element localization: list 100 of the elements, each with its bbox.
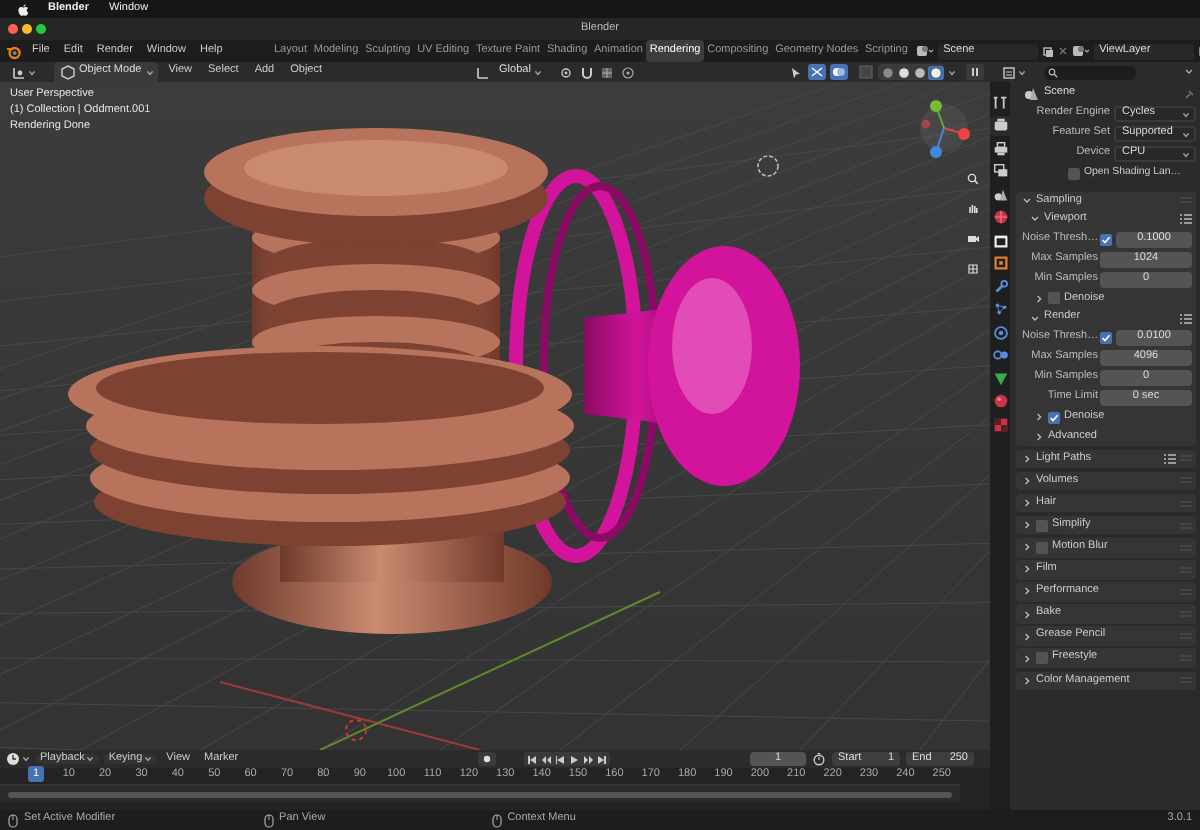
drag-handle-icon[interactable] [1180, 454, 1192, 463]
gizmo-icon[interactable] [808, 64, 826, 80]
grid-icon[interactable] [964, 260, 982, 278]
chevron-right-icon[interactable] [1022, 542, 1032, 553]
checkbox[interactable] [1100, 331, 1112, 344]
close-button[interactable] [8, 24, 18, 34]
chevron-down-icon[interactable] [1022, 195, 1032, 206]
chevron-right-icon[interactable] [1022, 675, 1032, 686]
properties-icon [1002, 65, 1016, 79]
pivot-icon[interactable] [559, 65, 576, 79]
record-button-icon[interactable] [478, 752, 497, 766]
drag-handle-icon[interactable] [1180, 499, 1192, 508]
chevron-down-icon[interactable] [1184, 68, 1194, 76]
circle-dot-icon[interactable] [619, 65, 636, 79]
wrench-icon[interactable] [991, 277, 1009, 295]
drag-handle-icon[interactable] [1180, 196, 1192, 205]
cube-icon [59, 64, 75, 80]
checkbox[interactable] [1048, 411, 1060, 424]
navigation-gizmo-icon[interactable] [916, 94, 972, 162]
cursor-arrow-icon[interactable] [788, 65, 804, 79]
mouse-icon [263, 813, 274, 827]
checkbox[interactable] [1036, 652, 1048, 665]
app-logo-icon[interactable] [6, 43, 22, 59]
drag-handle-icon[interactable] [1180, 676, 1192, 685]
chevron-right-icon[interactable] [1022, 653, 1032, 664]
camera-icon[interactable] [964, 230, 982, 248]
checkbox[interactable] [1068, 168, 1080, 180]
chevron-right-icon[interactable] [1034, 431, 1044, 442]
chevron-right-icon[interactable] [1022, 453, 1032, 464]
shading-sphere-icon[interactable] [927, 65, 943, 79]
play-reverse-icon[interactable] [554, 753, 567, 765]
shading-sphere-icon[interactable] [911, 65, 927, 79]
caret-icon [1182, 111, 1190, 117]
orbit-icon[interactable] [991, 323, 1009, 341]
scene-icon[interactable] [915, 44, 934, 58]
checkbox[interactable] [1100, 233, 1112, 246]
caret-icon [145, 69, 154, 75]
chevron-right-icon[interactable] [1022, 586, 1032, 597]
pause-icon[interactable] [966, 64, 984, 80]
caret-icon [28, 69, 36, 75]
square-icon[interactable] [991, 254, 1009, 272]
zoom-button[interactable] [36, 24, 46, 34]
zoom-icon[interactable] [964, 170, 982, 188]
chevron-right-icon[interactable] [1022, 520, 1032, 531]
cone-sphere-icon[interactable] [991, 185, 1009, 203]
checkbox[interactable] [1036, 519, 1048, 532]
skip-to-end-icon[interactable] [596, 753, 609, 765]
presets-list-icon[interactable] [1180, 313, 1192, 324]
minimize-button[interactable] [22, 24, 32, 34]
checker-icon[interactable] [991, 415, 1009, 433]
chevron-down-icon[interactable] [1030, 313, 1040, 324]
image-stack-icon[interactable] [991, 162, 1009, 180]
chevron-right-icon[interactable] [1034, 293, 1044, 304]
sphere-icon[interactable] [991, 392, 1009, 410]
caret-icon [948, 69, 956, 75]
checkbox[interactable] [1036, 541, 1048, 554]
hand-icon[interactable] [964, 200, 982, 218]
mouse-icon [491, 813, 502, 827]
overlay-icon[interactable] [830, 64, 848, 80]
camera-icon[interactable] [991, 116, 1009, 134]
particles-icon[interactable] [991, 300, 1009, 318]
caret-icon [534, 69, 543, 75]
editor-type-button[interactable] [6, 752, 30, 766]
link-icon[interactable] [991, 346, 1009, 364]
chevron-right-icon[interactable] [1022, 609, 1032, 620]
close-icon[interactable] [1057, 46, 1068, 56]
axes-icon [12, 65, 26, 79]
scrollbar[interactable] [8, 791, 952, 797]
magnet-icon[interactable] [579, 65, 596, 79]
mouse-icon [8, 813, 18, 827]
drag-handle-icon[interactable] [1180, 521, 1192, 530]
caret-icon [86, 756, 95, 762]
triangle-icon[interactable] [991, 369, 1009, 387]
presets-list-icon[interactable] [1164, 453, 1176, 464]
pin-icon[interactable] [1184, 87, 1196, 99]
chevron-right-icon[interactable] [1022, 498, 1032, 509]
printer-icon[interactable] [991, 139, 1009, 157]
chevron-right-icon[interactable] [1022, 564, 1032, 575]
skip-to-start-icon[interactable] [526, 753, 539, 765]
shading-sphere-icon[interactable] [895, 65, 911, 79]
presets-list-icon[interactable] [1180, 214, 1192, 225]
chevron-down-icon[interactable] [1030, 214, 1040, 225]
chevron-right-icon[interactable] [1022, 631, 1032, 642]
chevron-right-icon[interactable] [1034, 412, 1044, 423]
axes-icon [476, 65, 491, 79]
checkbox[interactable] [1048, 292, 1060, 305]
image-stack-icon[interactable] [1071, 44, 1090, 58]
search-icon [1048, 67, 1058, 77]
drag-handle-icon[interactable] [1180, 476, 1192, 485]
chevron-right-icon[interactable] [1022, 475, 1032, 486]
search-field[interactable] [1044, 65, 1136, 79]
cone-sphere-icon [1024, 86, 1038, 100]
globe-icon[interactable] [991, 208, 1009, 226]
cursor-icon [345, 719, 367, 741]
grid-icon[interactable] [599, 65, 616, 79]
stopwatch-icon[interactable] [812, 752, 826, 766]
tool-icon[interactable] [991, 93, 1009, 111]
box-icon[interactable] [991, 231, 1009, 249]
light-object-icon [757, 155, 779, 177]
duplicate-icon[interactable] [1041, 45, 1054, 57]
